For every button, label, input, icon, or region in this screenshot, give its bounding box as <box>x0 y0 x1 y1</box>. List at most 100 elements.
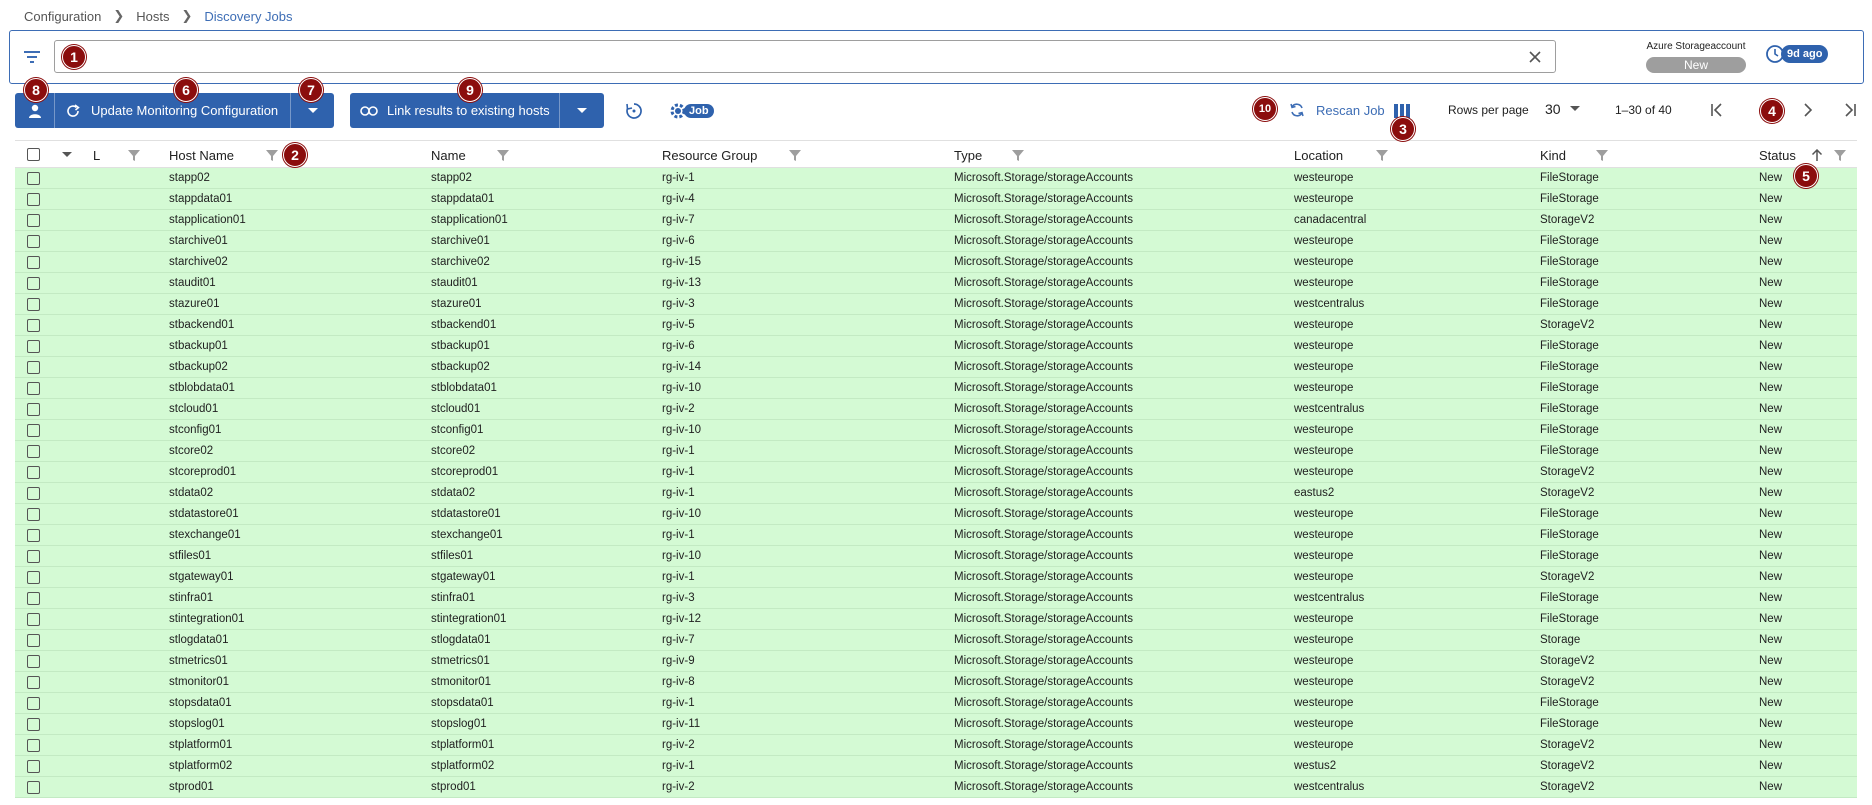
table-row[interactable]: starchive02 starchive02 rg-iv-15 Microsoft.… <box>15 252 1857 273</box>
column-filter-icon[interactable] <box>265 148 279 162</box>
table-row[interactable]: stazure01 stazure01 rg-iv-3 Microsoft.Stora… <box>15 294 1857 315</box>
row-checkbox[interactable] <box>27 760 40 773</box>
table-row[interactable]: staudit01 staudit01 rg-iv-13 Microsoft.Stor… <box>15 273 1857 294</box>
column-filter-icon[interactable] <box>496 148 510 162</box>
column-header-location[interactable]: Location <box>1294 141 1343 169</box>
cell-resource-group: rg-iv-2 <box>662 781 695 793</box>
breadcrumb-item-configuration[interactable]: Configuration <box>24 9 101 24</box>
last-page-icon[interactable] <box>1840 100 1860 120</box>
chevron-down-icon[interactable] <box>62 152 72 158</box>
table-row[interactable]: starchive01 starchive01 rg-iv-6 Microsoft.S… <box>15 231 1857 252</box>
cell-kind: FileStorage <box>1540 445 1599 457</box>
row-checkbox[interactable] <box>27 319 40 332</box>
select-all-checkbox[interactable] <box>27 148 40 161</box>
filter-input[interactable] <box>54 40 1556 73</box>
job-button[interactable]: Job <box>668 99 714 123</box>
column-header-host-name[interactable]: Host Name <box>169 141 234 169</box>
table-row[interactable]: stexchange01 stexchange01 rg-iv-1 Microsoft… <box>15 525 1857 546</box>
column-header-status[interactable]: Status <box>1759 141 1796 169</box>
table-row[interactable]: stcloud01 stcloud01 rg-iv-2 Microsoft.Stora… <box>15 399 1857 420</box>
row-checkbox[interactable] <box>27 676 40 689</box>
first-page-icon[interactable] <box>1707 100 1727 120</box>
table-row[interactable]: stapplication01 stapplication01 rg-iv-7 Mic… <box>15 210 1857 231</box>
table-row[interactable]: stconfig01 stconfig01 rg-iv-10 Microsoft.St… <box>15 420 1857 441</box>
row-checkbox[interactable] <box>27 655 40 668</box>
table-row[interactable]: stmonitor01 stmonitor01 rg-iv-8 Microsoft.S… <box>15 672 1857 693</box>
sort-up-icon[interactable] <box>1811 149 1823 162</box>
row-checkbox[interactable] <box>27 697 40 710</box>
table-row[interactable]: stprod01 stprod01 rg-iv-2 Microsoft.Storage… <box>15 777 1857 798</box>
cell-name: stintegration01 <box>431 613 507 625</box>
table-row[interactable]: stopsdata01 stopsdata01 rg-iv-1 Microsoft.S… <box>15 693 1857 714</box>
row-checkbox[interactable] <box>27 298 40 311</box>
row-checkbox[interactable] <box>27 634 40 647</box>
table-row[interactable]: stgateway01 stgateway01 rg-iv-1 Microsoft.S… <box>15 567 1857 588</box>
table-row[interactable]: stdatastore01 stdatastore01 rg-iv-10 Micros… <box>15 504 1857 525</box>
row-checkbox[interactable] <box>27 487 40 500</box>
row-checkbox[interactable] <box>27 445 40 458</box>
table-row[interactable]: stinfra01 stinfra01 rg-iv-3 Microsoft.Stora… <box>15 588 1857 609</box>
row-checkbox[interactable] <box>27 571 40 584</box>
filter-icon[interactable] <box>22 47 42 67</box>
table-row[interactable]: stappdata01 stappdata01 rg-iv-4 Microsoft.S… <box>15 189 1857 210</box>
cell-resource-group: rg-iv-1 <box>662 697 695 709</box>
row-checkbox[interactable] <box>27 256 40 269</box>
reset-button[interactable] <box>623 99 645 123</box>
table-row[interactable]: stcore02 stcore02 rg-iv-1 Microsoft.Storage… <box>15 441 1857 462</box>
column-header-name[interactable]: Name <box>431 141 466 169</box>
update-monitoring-button[interactable]: Update Monitoring Configuration <box>55 93 291 128</box>
table-row[interactable]: stapp02 stapp02 rg-iv-1 Microsoft.Storage/s… <box>15 168 1857 189</box>
column-header-l[interactable]: L <box>93 141 100 169</box>
row-checkbox[interactable] <box>27 214 40 227</box>
table-row[interactable]: stbackend01 stbackend01 rg-iv-5 Microsoft.S… <box>15 315 1857 336</box>
row-checkbox[interactable] <box>27 718 40 731</box>
row-checkbox[interactable] <box>27 550 40 563</box>
row-checkbox[interactable] <box>27 193 40 206</box>
table-row[interactable]: stintegration01 stintegration01 rg-iv-12 Mi… <box>15 609 1857 630</box>
row-checkbox[interactable] <box>27 781 40 794</box>
next-page-icon[interactable] <box>1798 100 1818 120</box>
row-checkbox[interactable] <box>27 403 40 416</box>
table-row[interactable]: stplatform01 stplatform01 rg-iv-2 Microsoft… <box>15 735 1857 756</box>
column-filter-icon[interactable] <box>127 148 141 162</box>
link-results-button[interactable]: Link results to existing hosts <box>350 93 560 128</box>
table-row[interactable]: stblobdata01 stblobdata01 rg-iv-10 Microsof… <box>15 378 1857 399</box>
table-row[interactable]: stcoreprod01 stcoreprod01 rg-iv-1 Microsoft… <box>15 462 1857 483</box>
table-row[interactable]: stmetrics01 stmetrics01 rg-iv-9 Microsoft.S… <box>15 651 1857 672</box>
link-dropdown-button[interactable] <box>560 93 604 128</box>
table-row[interactable]: stdata02 stdata02 rg-iv-1 Microsoft.Storage… <box>15 483 1857 504</box>
table-row[interactable]: stlogdata01 stlogdata01 rg-iv-7 Microsoft.S… <box>15 630 1857 651</box>
row-checkbox[interactable] <box>27 592 40 605</box>
row-checkbox[interactable] <box>27 424 40 437</box>
row-checkbox[interactable] <box>27 277 40 290</box>
row-checkbox[interactable] <box>27 340 40 353</box>
column-header-type[interactable]: Type <box>954 141 982 169</box>
rows-per-page-select[interactable]: 30 <box>1545 101 1581 117</box>
column-filter-icon[interactable] <box>1011 148 1025 162</box>
cell-kind: Storage <box>1540 634 1581 646</box>
column-filter-icon[interactable] <box>788 148 802 162</box>
row-checkbox[interactable] <box>27 739 40 752</box>
row-checkbox[interactable] <box>27 466 40 479</box>
cell-status: New <box>1759 571 1783 583</box>
row-checkbox[interactable] <box>27 235 40 248</box>
breadcrumb-item-hosts[interactable]: Hosts <box>136 9 169 24</box>
row-checkbox[interactable] <box>27 508 40 521</box>
table-row[interactable]: stfiles01 stfiles01 rg-iv-10 Microsoft.Stor… <box>15 546 1857 567</box>
row-checkbox[interactable] <box>27 382 40 395</box>
column-filter-icon[interactable] <box>1595 148 1609 162</box>
rescan-job-button[interactable]: Rescan Job <box>1288 101 1385 119</box>
column-header-kind[interactable]: Kind <box>1540 141 1566 169</box>
column-filter-icon[interactable] <box>1833 148 1847 162</box>
column-filter-icon[interactable] <box>1375 148 1389 162</box>
row-checkbox[interactable] <box>27 529 40 542</box>
row-checkbox[interactable] <box>27 172 40 185</box>
table-row[interactable]: stplatform02 stplatform02 rg-iv-1 Microsoft… <box>15 756 1857 777</box>
column-header-resource-group[interactable]: Resource Group <box>662 141 757 169</box>
row-checkbox[interactable] <box>27 361 40 374</box>
table-row[interactable]: stbackup02 stbackup02 rg-iv-14 Microsoft.St… <box>15 357 1857 378</box>
row-checkbox[interactable] <box>27 613 40 626</box>
table-row[interactable]: stbackup01 stbackup01 rg-iv-6 Microsoft.Sto… <box>15 336 1857 357</box>
close-icon[interactable] <box>1527 49 1543 65</box>
table-row[interactable]: stopslog01 stopslog01 rg-iv-11 Microsoft.St… <box>15 714 1857 735</box>
